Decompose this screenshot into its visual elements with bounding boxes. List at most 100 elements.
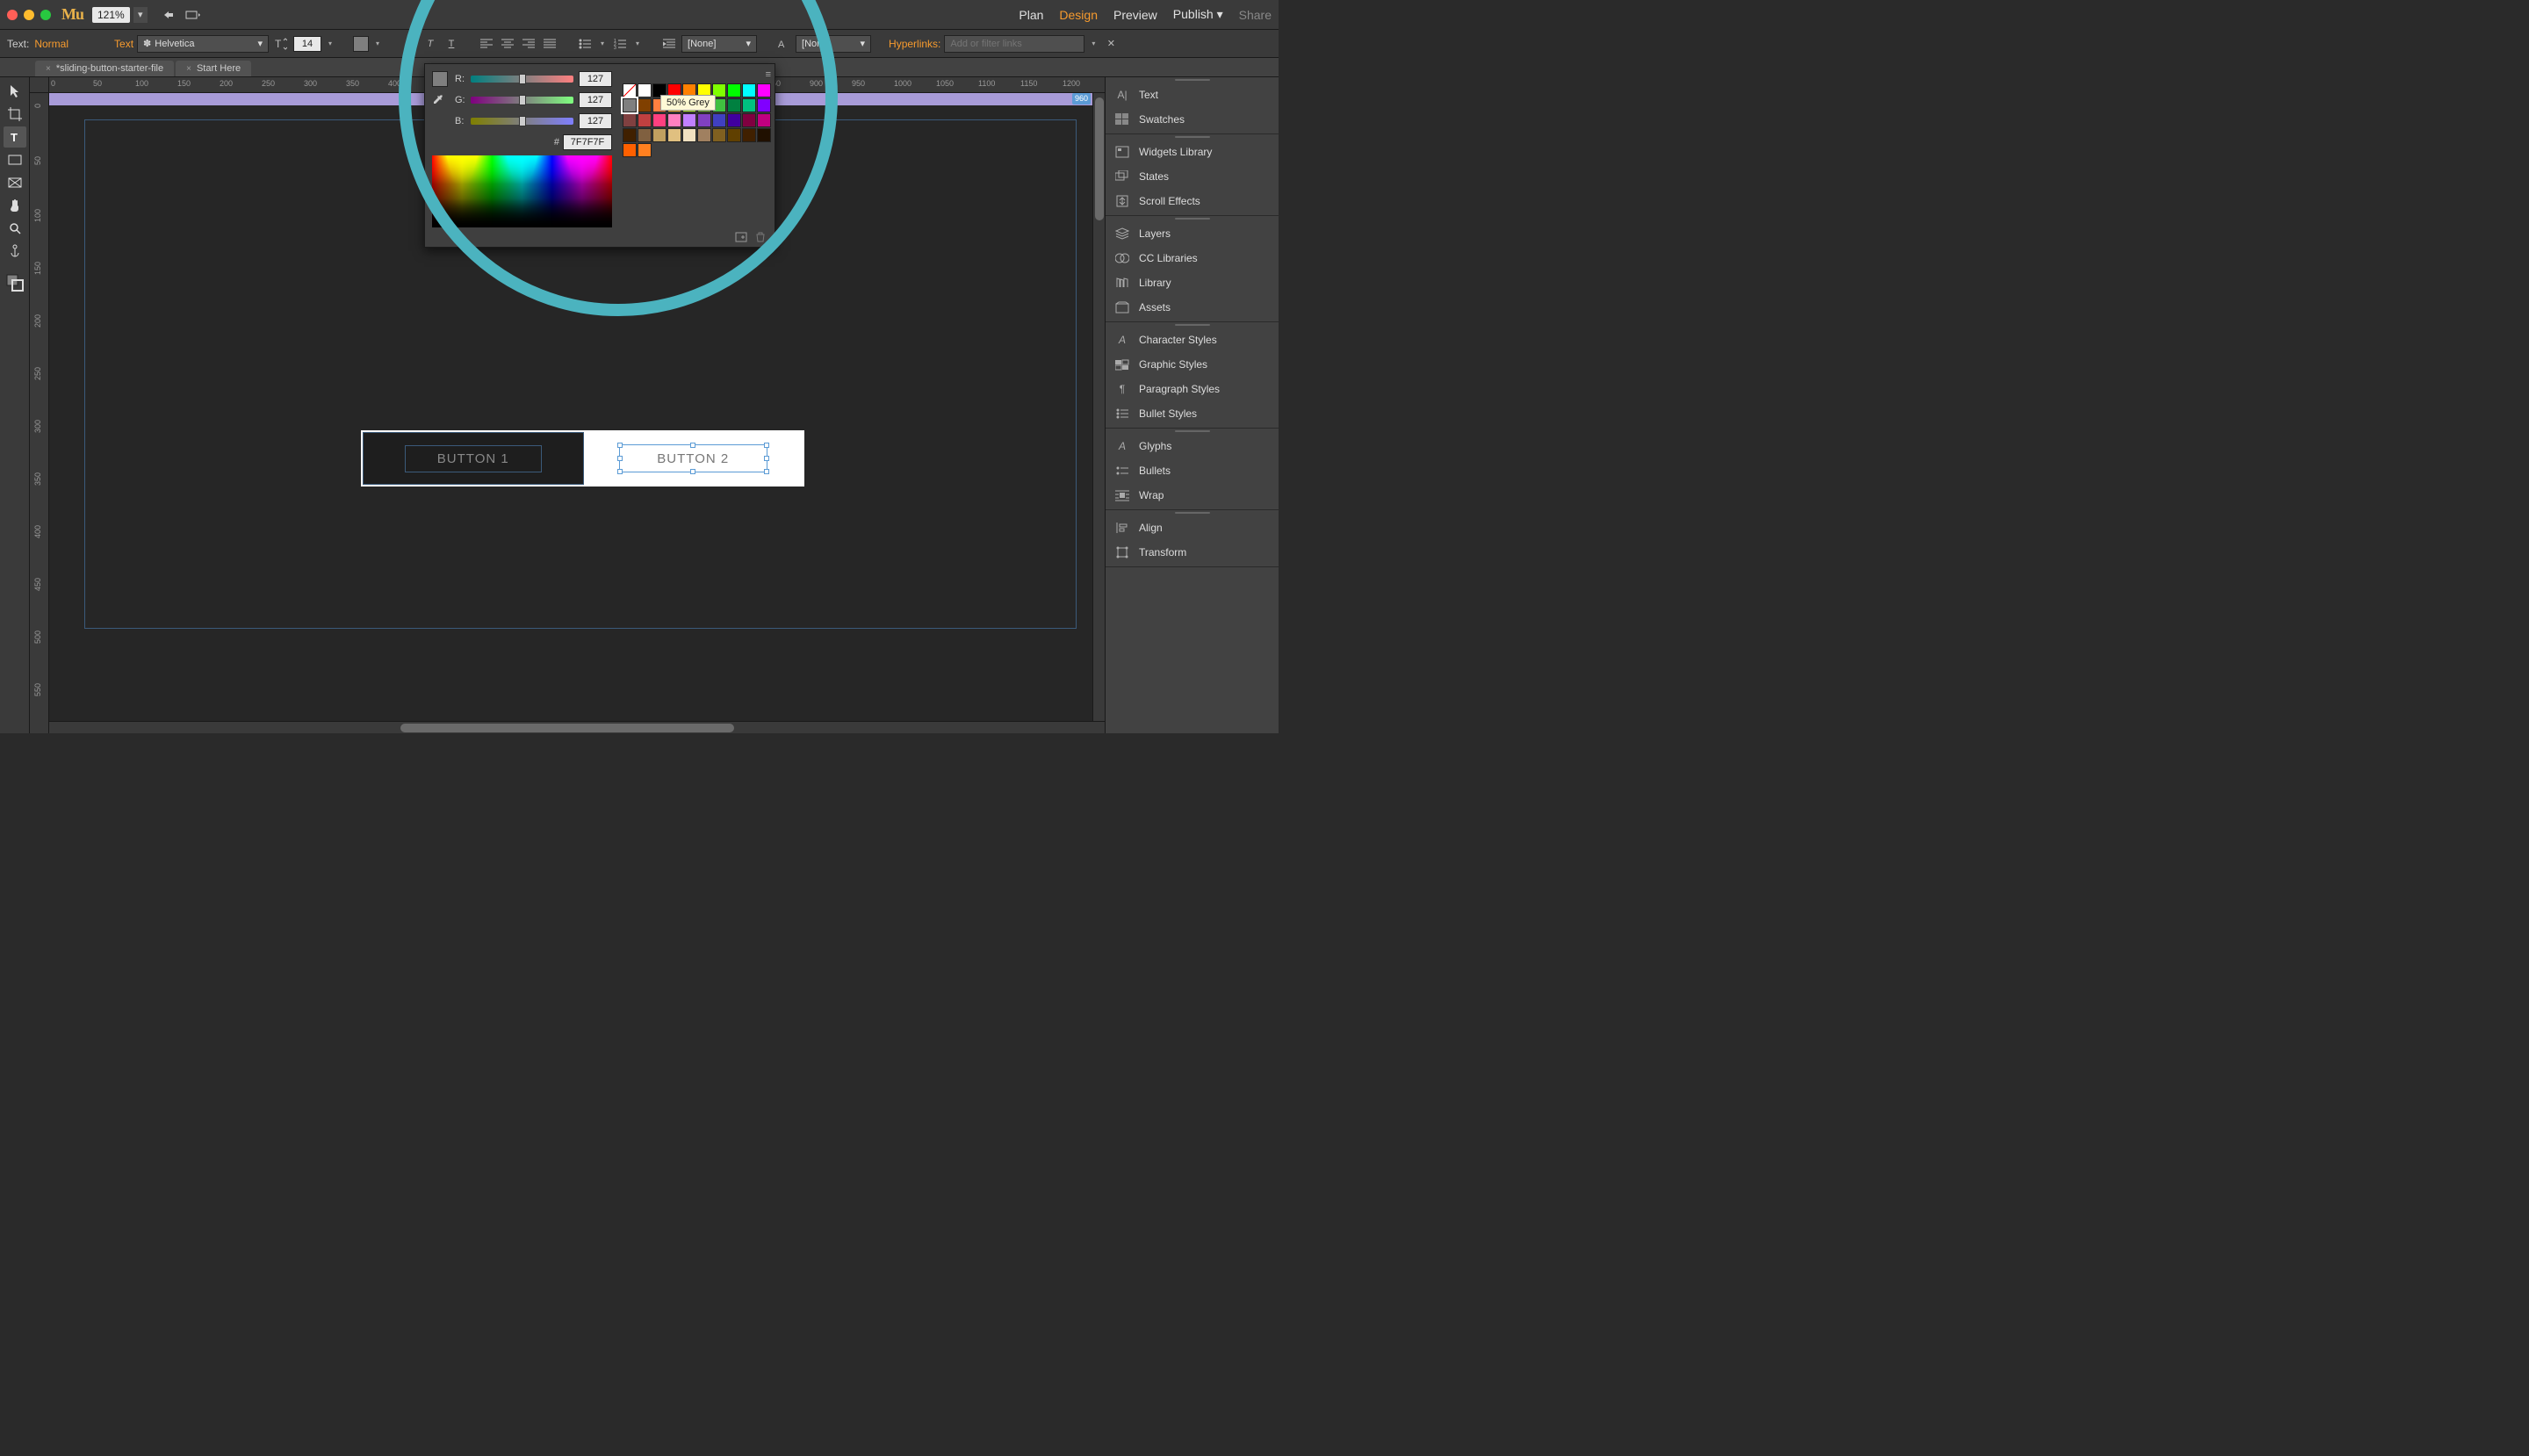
swatch[interactable] bbox=[757, 128, 771, 142]
hex-value[interactable] bbox=[563, 134, 612, 150]
swatch[interactable] bbox=[697, 128, 711, 142]
selection-handle[interactable] bbox=[690, 469, 695, 474]
panel-bullets[interactable]: Bullets bbox=[1106, 458, 1279, 483]
panel-transform[interactable]: Transform bbox=[1106, 540, 1279, 565]
frame-tool[interactable] bbox=[4, 172, 26, 193]
vertical-ruler[interactable]: 050100150200250300350400450500550 bbox=[30, 93, 49, 733]
tab-sliding-button[interactable]: ×*sliding-button-starter-file bbox=[35, 61, 174, 76]
hand-tool[interactable] bbox=[4, 195, 26, 216]
swatch[interactable] bbox=[757, 113, 771, 127]
swatch[interactable] bbox=[712, 128, 726, 142]
panel-character-styles[interactable]: ACharacter Styles bbox=[1106, 328, 1279, 352]
numbered-list-dropdown[interactable]: ▾ bbox=[632, 40, 643, 47]
g-slider[interactable] bbox=[471, 97, 573, 104]
swatch[interactable] bbox=[682, 128, 696, 142]
swatch[interactable] bbox=[727, 113, 741, 127]
g-value[interactable] bbox=[579, 92, 612, 108]
selection-handle[interactable] bbox=[617, 456, 623, 461]
vertical-scrollbar[interactable] bbox=[1092, 93, 1105, 721]
page-width-badge[interactable]: 960 bbox=[1072, 93, 1091, 105]
panel-layers[interactable]: Layers bbox=[1106, 221, 1279, 246]
new-swatch-icon[interactable] bbox=[734, 231, 748, 243]
swatch[interactable] bbox=[623, 113, 637, 127]
horizontal-scrollbar[interactable] bbox=[49, 721, 1105, 733]
panel-cc-libraries[interactable]: CC Libraries bbox=[1106, 246, 1279, 270]
scrollbar-thumb[interactable] bbox=[1095, 97, 1104, 220]
swatch[interactable] bbox=[623, 83, 637, 97]
nav-design[interactable]: Design bbox=[1059, 8, 1098, 22]
swatch[interactable] bbox=[638, 98, 652, 112]
close-icon[interactable]: × bbox=[186, 64, 191, 74]
anchor-tool[interactable] bbox=[4, 241, 26, 262]
bold-icon[interactable]: T bbox=[400, 35, 418, 53]
r-slider[interactable] bbox=[471, 76, 573, 83]
tab-start-here[interactable]: ×Start Here bbox=[176, 61, 251, 76]
nav-publish[interactable]: Publish ▾ bbox=[1173, 7, 1223, 22]
fill-stroke-tool[interactable] bbox=[4, 272, 26, 293]
align-center-icon[interactable] bbox=[499, 35, 516, 53]
bullet-list-icon[interactable] bbox=[576, 35, 594, 53]
font-size-input[interactable] bbox=[293, 36, 321, 52]
panel-glyphs[interactable]: AGlyphs bbox=[1106, 434, 1279, 458]
nav-share[interactable]: Share bbox=[1239, 8, 1272, 22]
selection-tool[interactable] bbox=[4, 81, 26, 102]
panel-widgets-library[interactable]: Widgets Library bbox=[1106, 140, 1279, 164]
swatch[interactable] bbox=[682, 113, 696, 127]
swatch[interactable] bbox=[652, 113, 666, 127]
view-options-icon[interactable] bbox=[184, 5, 203, 25]
selection-handle[interactable] bbox=[764, 469, 769, 474]
nav-preview[interactable]: Preview bbox=[1113, 8, 1157, 22]
font-size-stepper[interactable]: ▾ bbox=[325, 40, 335, 47]
scrollbar-thumb[interactable] bbox=[400, 724, 734, 732]
minimize-window-icon[interactable] bbox=[24, 10, 34, 20]
b-value[interactable] bbox=[579, 113, 612, 129]
align-left-icon[interactable] bbox=[478, 35, 495, 53]
text-color-dropdown[interactable]: ▾ bbox=[372, 40, 383, 47]
panel-bullet-styles[interactable]: Bullet Styles bbox=[1106, 401, 1279, 426]
selection-handle[interactable] bbox=[764, 456, 769, 461]
swatch[interactable] bbox=[623, 98, 637, 112]
panel-library[interactable]: Library bbox=[1106, 270, 1279, 295]
char-style-dropdown[interactable]: [None]▾ bbox=[796, 35, 871, 53]
close-icon[interactable]: × bbox=[46, 64, 51, 74]
swatch[interactable] bbox=[742, 98, 756, 112]
current-color-well[interactable] bbox=[432, 71, 448, 87]
zoom-tool[interactable] bbox=[4, 218, 26, 239]
button-1[interactable]: BUTTON 1 bbox=[363, 432, 584, 485]
text-state[interactable]: Normal bbox=[34, 38, 68, 50]
numbered-list-icon[interactable]: 123 bbox=[611, 35, 629, 53]
swatch[interactable] bbox=[727, 128, 741, 142]
swatch[interactable] bbox=[638, 128, 652, 142]
panel-wrap[interactable]: Wrap bbox=[1106, 483, 1279, 508]
swatch[interactable] bbox=[638, 113, 652, 127]
swatch[interactable] bbox=[667, 113, 681, 127]
text-tool[interactable]: T bbox=[4, 126, 26, 148]
swatch[interactable] bbox=[623, 143, 637, 157]
panel-swatches[interactable]: Swatches bbox=[1106, 107, 1279, 132]
eyedropper-icon[interactable] bbox=[432, 94, 446, 108]
selection-handle[interactable] bbox=[617, 469, 623, 474]
swatch[interactable] bbox=[697, 113, 711, 127]
swatch[interactable] bbox=[727, 83, 741, 97]
swatch[interactable] bbox=[757, 98, 771, 112]
panel-assets[interactable]: Assets bbox=[1106, 295, 1279, 320]
panel-text[interactable]: A|Text bbox=[1106, 83, 1279, 107]
rectangle-tool[interactable] bbox=[4, 149, 26, 170]
swatch[interactable] bbox=[652, 128, 666, 142]
text-color-well[interactable] bbox=[353, 36, 369, 52]
selection-handle[interactable] bbox=[690, 443, 695, 448]
swatch[interactable] bbox=[667, 128, 681, 142]
nav-plan[interactable]: Plan bbox=[1019, 8, 1043, 22]
swatch[interactable] bbox=[638, 83, 652, 97]
swatch[interactable] bbox=[742, 128, 756, 142]
ruler-origin[interactable] bbox=[30, 77, 49, 93]
panel-scroll-effects[interactable]: Scroll Effects bbox=[1106, 189, 1279, 213]
undo-icon[interactable] bbox=[159, 5, 178, 25]
swatch[interactable] bbox=[742, 83, 756, 97]
align-justify-icon[interactable] bbox=[541, 35, 558, 53]
panel-paragraph-styles[interactable]: ¶Paragraph Styles bbox=[1106, 377, 1279, 401]
selection-handle[interactable] bbox=[617, 443, 623, 448]
hyperlinks-input[interactable] bbox=[944, 35, 1084, 53]
text-tool-link[interactable]: Text bbox=[114, 38, 133, 50]
maximize-window-icon[interactable] bbox=[40, 10, 51, 20]
